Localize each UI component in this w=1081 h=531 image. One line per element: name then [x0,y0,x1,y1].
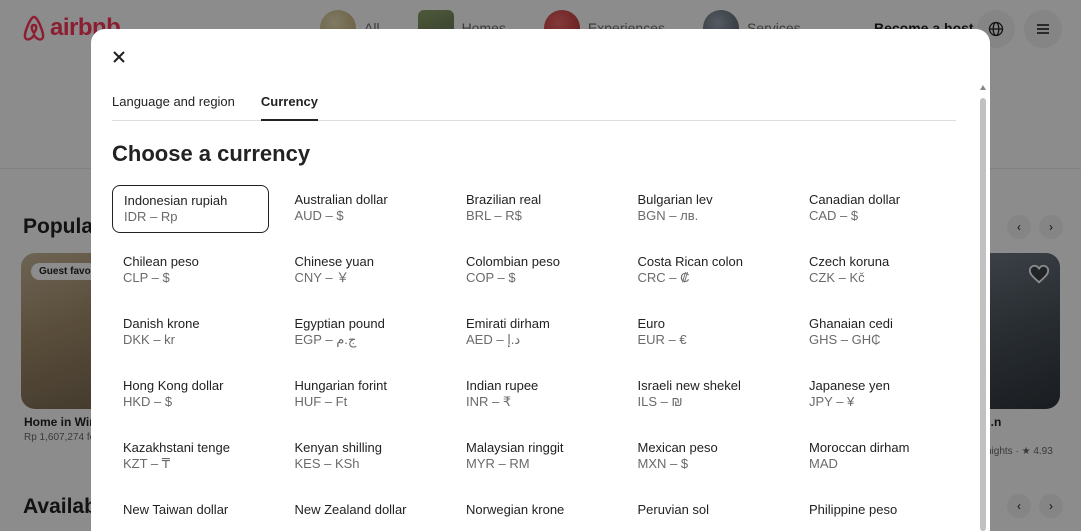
currency-code: BRL – R$ [466,208,522,223]
tab-language-region[interactable]: Language and region [112,92,235,121]
currency-name: Egyptian pound [294,316,385,331]
scroll-up-arrow-icon[interactable] [980,85,986,90]
currency-code: MXN – $ [637,456,689,471]
currency-option[interactable]: Philippine peso [798,495,955,531]
currency-name: Ghanaian cedi [809,316,893,331]
currency-option[interactable]: Israeli new shekel ILS – ₪ [627,371,784,419]
currency-name: Peruvian sol [637,502,710,517]
currency-name: Costa Rican colon [637,254,744,269]
modal-tabs: Language and region Currency [112,92,956,121]
currency-option[interactable]: Colombian peso COP – $ [455,247,612,295]
currency-name: Colombian peso [466,254,560,269]
currency-option[interactable]: Chilean peso CLP – $ [112,247,269,295]
currency-code: MAD [809,456,838,471]
currency-code: DKK – kr [123,332,176,347]
currency-name: Malaysian ringgit [466,440,564,455]
currency-name: Norwegian krone [466,502,565,517]
currency-code: CNY – ￥ [294,270,350,285]
currency-code: MYR – RM [466,456,530,471]
close-button[interactable] [107,45,131,69]
currency-name: Japanese yen [809,378,890,393]
currency-name: Hungarian forint [294,378,388,393]
tab-currency[interactable]: Currency [260,92,318,121]
currency-option[interactable]: Indian rupee INR – ₹ [455,371,612,419]
currency-option[interactable]: Ghanaian cedi GHS – GH₵ [798,309,955,357]
currency-name: Chilean peso [123,254,199,269]
currency-option[interactable]: Euro EUR – € [627,309,784,357]
currency-option[interactable]: New Taiwan dollar [112,495,269,531]
currency-name: Australian dollar [294,192,388,207]
currency-code: AUD – $ [294,208,344,223]
currency-name: New Taiwan dollar [123,502,229,517]
currency-name: Mexican peso [637,440,718,455]
modal-title: Choose a currency [112,141,311,166]
currency-code: IDR – Rp [124,209,178,224]
currency-option[interactable]: New Zealand dollar [284,495,441,531]
currency-name: Bulgarian lev [637,192,713,207]
currency-name: Euro [637,316,665,331]
currency-code: BGN – лв. [637,208,699,223]
currency-code: CAD – $ [809,208,859,223]
currency-code: ILS – ₪ [637,394,683,409]
currency-name: Indonesian rupiah [124,193,228,208]
currency-code: CLP – $ [123,270,170,285]
currency-option[interactable]: Japanese yen JPY – ¥ [798,371,955,419]
currency-option[interactable]: Hungarian forint HUF – Ft [284,371,441,419]
currency-name: Moroccan dirham [809,440,910,455]
currency-option[interactable]: Peruvian sol [627,495,784,531]
currency-option[interactable]: Bulgarian lev BGN – лв. [627,185,784,233]
currency-code: GHS – GH₵ [809,332,881,347]
currency-name: Philippine peso [809,502,898,517]
currency-option[interactable]: Emirati dirham AED – ﺩ.ﺇ [455,309,612,357]
currency-name: Hong Kong dollar [123,378,224,393]
currency-code: KZT – ₸ [123,456,171,471]
currency-code: COP – $ [466,270,516,285]
currency-name: Emirati dirham [466,316,550,331]
currency-code: HUF – Ft [294,394,348,409]
currency-option[interactable]: Costa Rican colon CRC – ₡ [627,247,784,295]
currency-option[interactable]: Kazakhstani tenge KZT – ₸ [112,433,269,481]
currency-option[interactable]: Brazilian real BRL – R$ [455,185,612,233]
currency-name: Indian rupee [466,378,539,393]
currency-code: HKD – $ [123,394,173,409]
currency-code: AED – ﺩ.ﺇ [466,332,521,347]
modal-scrollbar[interactable] [980,98,986,531]
currency-option[interactable]: Canadian dollar CAD – $ [798,185,955,233]
currency-name: Chinese yuan [294,254,375,269]
currency-code: KES – KSh [294,456,360,471]
currency-name: Czech koruna [809,254,890,269]
currency-option[interactable]: Egyptian pound EGP – ج.م [284,309,441,357]
currency-name: New Zealand dollar [294,502,407,517]
currency-code: EUR – € [637,332,687,347]
currency-option[interactable]: Chinese yuan CNY – ￥ [284,247,441,295]
currency-code: EGP – ج.م [294,332,357,347]
currency-option[interactable]: Danish krone DKK – kr [112,309,269,357]
currency-modal: Language and region Currency Choose a cu… [91,29,990,531]
currency-code: INR – ₹ [466,394,512,409]
currency-name: Israeli new shekel [637,378,741,393]
currency-option[interactable]: Czech koruna CZK – Kč [798,247,955,295]
currency-option[interactable]: Australian dollar AUD – $ [284,185,441,233]
currency-option[interactable]: Hong Kong dollar HKD – $ [112,371,269,419]
currency-option[interactable]: Indonesian rupiah IDR – Rp [112,185,269,233]
currency-code: CZK – Kč [809,270,865,285]
currency-name: Kenyan shilling [294,440,382,455]
currency-name: Brazilian real [466,192,542,207]
currency-code: CRC – ₡ [637,270,690,285]
currency-name: Kazakhstani tenge [123,440,230,455]
currency-code: JPY – ¥ [809,394,855,409]
currency-option[interactable]: Norwegian krone [455,495,612,531]
currency-name: Canadian dollar [809,192,901,207]
currency-option[interactable]: Malaysian ringgit MYR – RM [455,433,612,481]
currency-name: Danish krone [123,316,200,331]
currency-option[interactable]: Moroccan dirham MAD [798,433,955,481]
currency-option[interactable]: Mexican peso MXN – $ [627,433,784,481]
close-icon [113,51,125,63]
currency-option[interactable]: Kenyan shilling KES – KSh [284,433,441,481]
